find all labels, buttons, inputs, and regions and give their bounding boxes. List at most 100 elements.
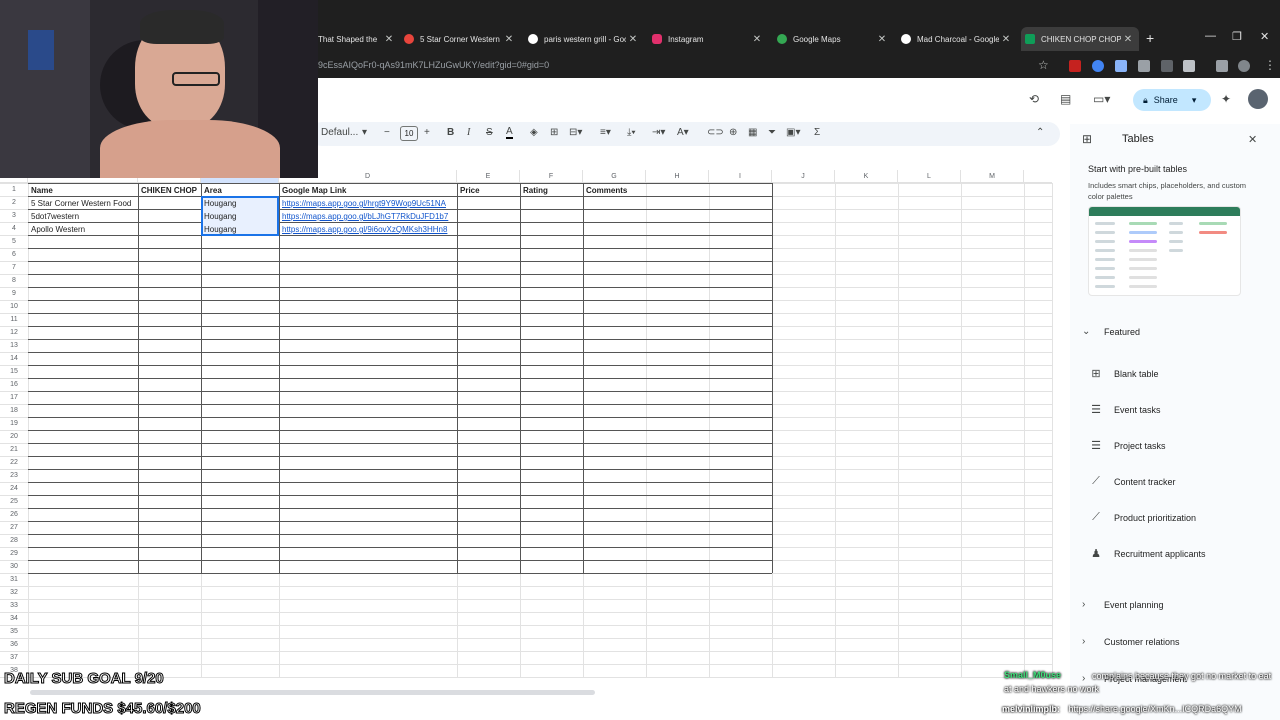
- close-icon[interactable]: ✕: [382, 34, 396, 45]
- row-header[interactable]: 29: [0, 550, 28, 557]
- row-header[interactable]: 26: [0, 511, 28, 518]
- text-color-icon[interactable]: A: [506, 127, 513, 139]
- template-item[interactable]: ⊞ Blank table: [1088, 367, 1158, 380]
- cell-link[interactable]: https://maps.app.goo.gl/bLJhGT7RkDuJFD1b…: [280, 210, 456, 223]
- horizontal-scrollbar[interactable]: [30, 690, 595, 695]
- row-header[interactable]: 17: [0, 394, 28, 401]
- decrease-font-icon[interactable]: −: [384, 127, 390, 138]
- column-header[interactable]: H: [646, 170, 709, 183]
- filter-icon[interactable]: ⏷: [768, 127, 776, 138]
- row-header[interactable]: 11: [0, 316, 28, 323]
- profile-icon[interactable]: [1238, 60, 1250, 72]
- font-size-input[interactable]: 10: [400, 126, 418, 141]
- close-icon[interactable]: ✕: [626, 34, 640, 45]
- chevron-down-icon[interactable]: ▾: [362, 127, 367, 138]
- restore-icon[interactable]: ❐: [1232, 30, 1242, 43]
- row-header[interactable]: 7: [0, 264, 28, 271]
- extension-icon[interactable]: [1069, 60, 1081, 72]
- functions-icon[interactable]: Σ: [814, 127, 820, 138]
- browser-tab[interactable]: paris western grill - Goo ✕: [528, 28, 640, 50]
- chevron-down-icon[interactable]: ▾: [1192, 95, 1197, 106]
- link-icon[interactable]: ⊂⊃: [707, 127, 724, 138]
- text-rotation-icon[interactable]: A▾: [677, 127, 689, 138]
- row-header[interactable]: 6: [0, 251, 28, 258]
- close-icon[interactable]: ✕: [1121, 34, 1135, 45]
- section-toggle[interactable]: › Event planning: [1082, 599, 1164, 610]
- bookmark-star-icon[interactable]: ☆: [1038, 58, 1049, 72]
- row-header[interactable]: 31: [0, 576, 28, 583]
- row-header[interactable]: 35: [0, 628, 28, 635]
- row-header[interactable]: 33: [0, 602, 28, 609]
- browser-tab[interactable]: Mad Charcoal - Google ✕: [901, 28, 1013, 50]
- close-icon[interactable]: ✕: [502, 34, 516, 45]
- cell-link[interactable]: https://maps.app.goo.gl/9i6ovXzQMKsh3HHn…: [280, 223, 456, 236]
- row-header[interactable]: 1: [0, 186, 28, 193]
- new-tab-button[interactable]: +: [1146, 30, 1154, 46]
- share-button[interactable]: 🔒︎ Share ▾: [1133, 89, 1211, 111]
- align-vertical-icon[interactable]: ⤓▾: [627, 127, 636, 138]
- avatar[interactable]: [1248, 89, 1268, 109]
- column-header[interactable]: K: [835, 170, 898, 183]
- extension-icon[interactable]: [1138, 60, 1150, 72]
- header-cell-comments[interactable]: Comments: [584, 184, 704, 197]
- row-header[interactable]: 16: [0, 381, 28, 388]
- row-header[interactable]: 5: [0, 238, 28, 245]
- collapse-toolbar-icon[interactable]: ⌃: [1036, 127, 1044, 138]
- cell-link[interactable]: https://maps.app.goo.gl/hrgt9Y9Wop9Uc51N…: [280, 197, 456, 210]
- close-icon[interactable]: ✕: [875, 34, 889, 45]
- row-header[interactable]: 27: [0, 524, 28, 531]
- browser-tab[interactable]: Instagram ✕: [652, 28, 764, 50]
- row-header[interactable]: 12: [0, 329, 28, 336]
- bold-icon[interactable]: B: [447, 127, 454, 138]
- row-header[interactable]: 20: [0, 433, 28, 440]
- row-header[interactable]: 15: [0, 368, 28, 375]
- header-cell-name[interactable]: Name: [29, 184, 137, 197]
- table-preview-image[interactable]: [1088, 206, 1241, 296]
- row-header[interactable]: 32: [0, 589, 28, 596]
- browser-tab[interactable]: That Shaped the ✕: [318, 28, 396, 50]
- row-header[interactable]: 25: [0, 498, 28, 505]
- template-item[interactable]: ☰ Project tasks: [1088, 439, 1165, 452]
- extension-icon[interactable]: [1161, 60, 1173, 72]
- extensions-puzzle-icon[interactable]: [1183, 60, 1195, 72]
- section-toggle[interactable]: › Customer relations: [1082, 636, 1180, 647]
- minimize-icon[interactable]: —: [1205, 30, 1216, 42]
- font-select[interactable]: Defaul...: [321, 127, 358, 138]
- row-header[interactable]: 24: [0, 485, 28, 492]
- gemini-icon[interactable]: ✦: [1221, 92, 1231, 106]
- close-window-icon[interactable]: ✕: [1260, 30, 1269, 43]
- increase-font-icon[interactable]: +: [424, 127, 430, 138]
- row-header[interactable]: 9: [0, 290, 28, 297]
- row-header[interactable]: 4: [0, 225, 28, 232]
- meet-icon[interactable]: ▭▾: [1093, 92, 1110, 106]
- url-text[interactable]: 9cEssAIQoFr0-qAs91mK7LHZuGwUKY/edit?gid=…: [318, 60, 549, 70]
- filter-views-icon[interactable]: ▣▾: [786, 127, 800, 138]
- row-header[interactable]: 34: [0, 615, 28, 622]
- row-header[interactable]: 36: [0, 641, 28, 648]
- cell-name[interactable]: 5dot7western: [29, 210, 137, 223]
- header-cell-rating[interactable]: Rating: [521, 184, 582, 197]
- merge-cells-icon[interactable]: ⊟▾: [569, 127, 582, 138]
- column-header[interactable]: G: [583, 170, 646, 183]
- template-item[interactable]: ⟋ Content tracker: [1088, 475, 1175, 488]
- borders-icon[interactable]: ⊞: [550, 127, 558, 138]
- column-header[interactable]: M: [961, 170, 1024, 183]
- row-header[interactable]: 13: [0, 342, 28, 349]
- text-wrap-icon[interactable]: ⇥▾: [652, 127, 665, 138]
- cell-name[interactable]: Apollo Western: [29, 223, 137, 236]
- close-icon[interactable]: ✕: [750, 34, 764, 45]
- featured-section-toggle[interactable]: ⌄ Featured: [1082, 326, 1140, 337]
- row-header[interactable]: 3: [0, 212, 28, 219]
- align-horizontal-icon[interactable]: ≡▾: [600, 127, 611, 138]
- template-item[interactable]: ☰ Event tasks: [1088, 403, 1160, 416]
- header-cell-google-map-link[interactable]: Google Map Link: [280, 184, 456, 197]
- extension-icon[interactable]: [1092, 60, 1104, 72]
- template-item[interactable]: ⟋ Product prioritization: [1088, 511, 1196, 524]
- row-header[interactable]: 21: [0, 446, 28, 453]
- menu-kebab-icon[interactable]: ⋮: [1264, 58, 1276, 72]
- row-header[interactable]: 30: [0, 563, 28, 570]
- close-icon[interactable]: ✕: [1248, 133, 1257, 146]
- header-cell-chiken-chop[interactable]: CHIKEN CHOP: [139, 184, 200, 197]
- column-header[interactable]: E: [457, 170, 520, 183]
- template-item[interactable]: ♟ Recruitment applicants: [1088, 547, 1205, 560]
